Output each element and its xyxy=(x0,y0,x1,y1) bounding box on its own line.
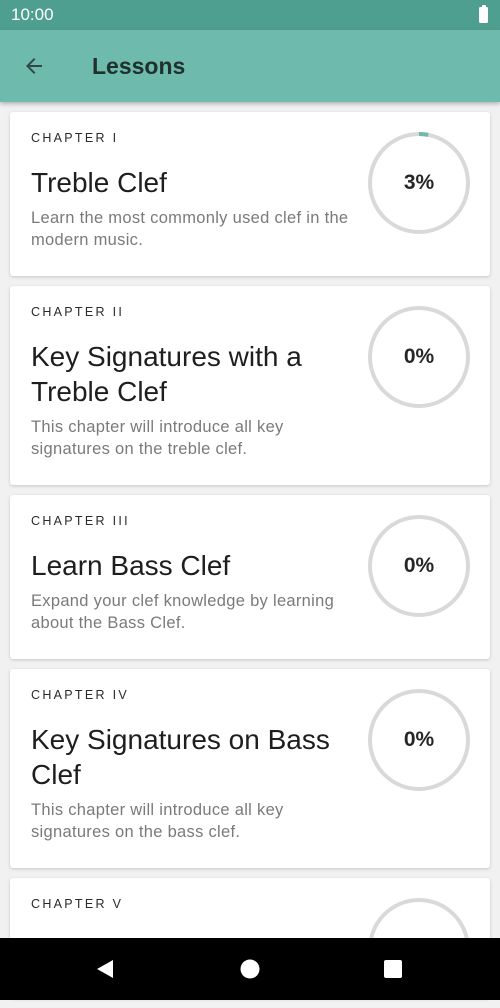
chapter-label: CHAPTER II xyxy=(31,305,125,319)
system-nav-bar xyxy=(0,938,500,1000)
chapter-label: CHAPTER I xyxy=(31,131,119,145)
nav-back-button[interactable] xyxy=(75,938,135,1000)
chapter-label: CHAPTER III xyxy=(31,514,130,528)
chapter-description: This chapter will introduce all key sign… xyxy=(31,801,284,841)
battery-icon xyxy=(479,5,488,23)
status-bar: 10:00 xyxy=(0,0,500,30)
progress-percent: 0% xyxy=(403,345,435,368)
chapter-label: CHAPTER IV xyxy=(31,688,130,702)
chapter-title: Treble Clef xyxy=(31,167,167,198)
arrow-back-icon xyxy=(26,58,42,74)
square-recents-icon xyxy=(384,960,402,978)
chapter-description: This chapter will introduce all key sign… xyxy=(31,418,284,458)
app-bar: Lessons xyxy=(0,30,500,102)
chapter-card-4[interactable]: CHAPTER IV Key Signatures on Bass Clef T… xyxy=(10,669,490,868)
chapter-title: Key Signatures with a Treble Clef xyxy=(31,341,302,407)
back-button[interactable] xyxy=(16,48,52,84)
nav-home-button[interactable] xyxy=(220,938,280,1000)
progress-ring: 0% xyxy=(367,688,471,792)
progress-ring: 0% xyxy=(367,514,471,618)
progress-percent: 0% xyxy=(403,728,435,751)
triangle-back-icon xyxy=(97,960,113,978)
chapter-list: CHAPTER I Treble Clef Learn the most com… xyxy=(10,112,490,1008)
progress-percent: 3% xyxy=(403,171,435,194)
chapter-title: Learn Bass Clef xyxy=(31,550,231,581)
status-time: 10:00 xyxy=(11,5,54,24)
chapter-label: CHAPTER V xyxy=(31,897,124,911)
nav-recents-button[interactable] xyxy=(363,938,423,1000)
chapter-card-1[interactable]: CHAPTER I Treble Clef Learn the most com… xyxy=(10,112,490,276)
page-title: Lessons xyxy=(92,53,186,79)
progress-ring: 0% xyxy=(367,305,471,409)
chapter-title: Key Signatures on Bass Clef xyxy=(31,724,330,790)
chapter-description: Expand your clef knowledge by learning a… xyxy=(31,592,335,632)
chapter-description: Learn the most commonly used clef in the… xyxy=(31,209,349,249)
progress-ring: 3% xyxy=(367,131,471,235)
circle-home-icon xyxy=(240,959,260,979)
chapter-card-2[interactable]: CHAPTER II Key Signatures with a Treble … xyxy=(10,286,490,485)
chapter-card-3[interactable]: CHAPTER III Learn Bass Clef Expand your … xyxy=(10,495,490,659)
progress-percent: 0% xyxy=(403,554,435,577)
